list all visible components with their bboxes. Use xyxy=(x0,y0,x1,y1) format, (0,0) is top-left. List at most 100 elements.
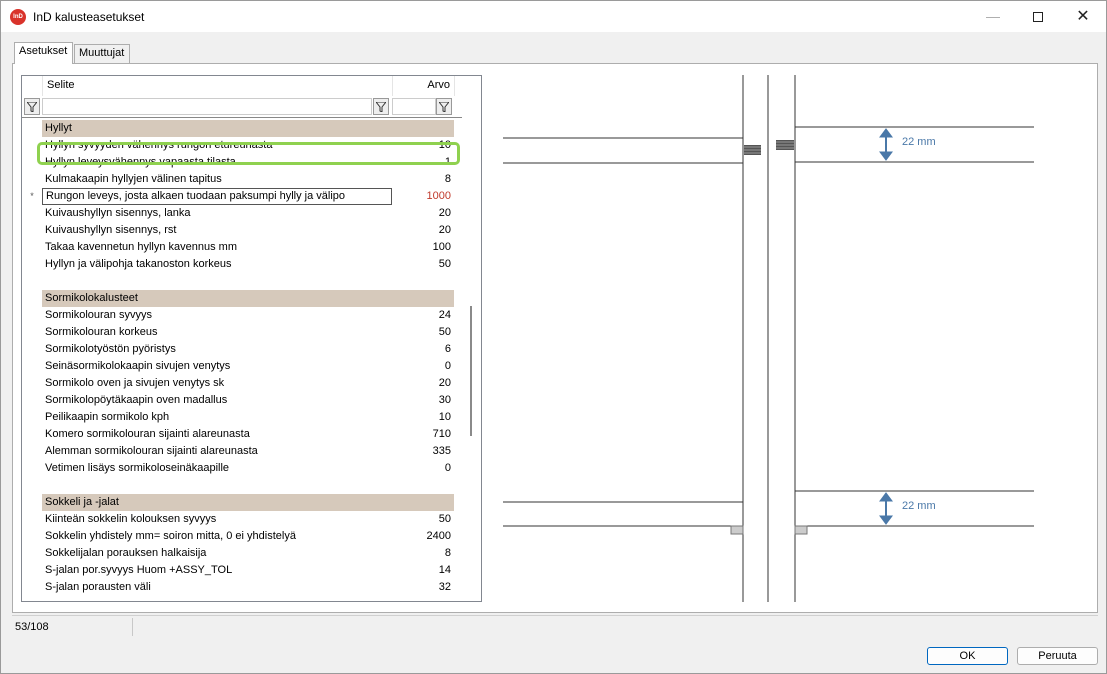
settings-grid[interactable]: Selite Arvo Hyllyt Hyllyn syvyyden vähen… xyxy=(21,75,482,602)
row-marker[interactable] xyxy=(22,528,42,545)
table-row[interactable]: * Rungon leveys, josta alkaen tuodaan pak… xyxy=(22,188,462,205)
setting-value[interactable]: 6 xyxy=(392,341,454,358)
row-marker[interactable] xyxy=(22,222,42,239)
column-header-selite[interactable]: Selite xyxy=(47,79,75,91)
table-row[interactable]: Sormikolotyöstön pyöristys 6 xyxy=(22,341,462,358)
setting-value[interactable]: 20 xyxy=(392,375,454,392)
row-marker[interactable] xyxy=(22,239,42,256)
setting-value[interactable]: 30 xyxy=(392,392,454,409)
setting-label xyxy=(42,273,392,290)
table-row[interactable]: Kulmakaapin hyllyjen välinen tapitus 8 xyxy=(22,171,462,188)
setting-value[interactable]: 10 xyxy=(392,137,454,154)
table-row[interactable]: Takaa kavennetun hyllyn kavennus mm 100 xyxy=(22,239,462,256)
row-marker[interactable]: * xyxy=(22,188,42,205)
group-header-row[interactable]: Sormikolokalusteet xyxy=(22,290,462,307)
table-row[interactable]: Sormikolouran syvyys 24 xyxy=(22,307,462,324)
title-bar[interactable]: InD InD kalusteasetukset — ✕ xyxy=(1,1,1106,32)
cancel-button[interactable]: Peruuta xyxy=(1017,647,1098,665)
setting-value[interactable]: 1 xyxy=(392,154,454,171)
table-row[interactable]: S-jalan por.syvyys Huom +ASSY_TOL 14 xyxy=(22,562,462,579)
setting-value[interactable]: 50 xyxy=(392,324,454,341)
row-marker[interactable] xyxy=(22,290,42,307)
setting-value[interactable]: 0 xyxy=(392,358,454,375)
row-marker[interactable] xyxy=(22,460,42,477)
table-row[interactable]: Kuivaushyllyn sisennys, lanka 20 xyxy=(22,205,462,222)
row-marker[interactable] xyxy=(22,205,42,222)
setting-value[interactable]: 100 xyxy=(392,239,454,256)
scrollbar-thumb[interactable] xyxy=(470,306,472,436)
selite-filter-button[interactable] xyxy=(373,98,389,115)
arvo-filter-button[interactable] xyxy=(436,98,452,115)
row-marker[interactable] xyxy=(22,358,42,375)
row-marker[interactable] xyxy=(22,443,42,460)
table-row[interactable]: S-jalan porausten väli 32 xyxy=(22,579,462,596)
setting-value[interactable]: 32 xyxy=(392,579,454,596)
column-divider[interactable] xyxy=(42,76,43,96)
selite-filter-input[interactable] xyxy=(42,98,372,115)
table-row[interactable]: Vetimen lisäys sormikoloseinäkaapille 0 xyxy=(22,460,462,477)
row-marker[interactable] xyxy=(22,426,42,443)
row-marker[interactable] xyxy=(22,579,42,596)
ok-button[interactable]: OK xyxy=(927,647,1008,665)
setting-value[interactable]: 335 xyxy=(392,443,454,460)
tab-muuttujat[interactable]: Muuttujat xyxy=(74,44,130,63)
minimize-button[interactable]: — xyxy=(970,1,1016,32)
row-marker[interactable] xyxy=(22,409,42,426)
maximize-button[interactable] xyxy=(1015,1,1061,32)
row-marker[interactable] xyxy=(22,545,42,562)
table-row[interactable]: Peilikaapin sormikolo kph 10 xyxy=(22,409,462,426)
table-row[interactable]: Alemman sormikolouran sijainti alareunas… xyxy=(22,443,462,460)
setting-value[interactable]: 0 xyxy=(392,460,454,477)
setting-value[interactable]: 710 xyxy=(392,426,454,443)
arvo-filter-input[interactable] xyxy=(392,98,436,115)
setting-value[interactable]: 50 xyxy=(392,256,454,273)
setting-value[interactable]: 50 xyxy=(392,511,454,528)
row-marker[interactable] xyxy=(22,494,42,511)
row-filter-button[interactable] xyxy=(24,98,40,115)
row-marker[interactable] xyxy=(22,256,42,273)
row-marker[interactable] xyxy=(22,273,42,290)
row-marker[interactable] xyxy=(22,392,42,409)
column-divider[interactable] xyxy=(392,76,393,96)
setting-value[interactable]: 2400 xyxy=(392,528,454,545)
setting-value[interactable]: 20 xyxy=(392,222,454,239)
table-row[interactable]: Sormikolo oven ja sivujen venytys sk 20 xyxy=(22,375,462,392)
table-row[interactable]: Sokkelin yhdistely mm= soiron mitta, 0 e… xyxy=(22,528,462,545)
cabinet-drawing xyxy=(503,75,1034,602)
table-row[interactable]: Komero sormikolouran sijainti alareunast… xyxy=(22,426,462,443)
table-row[interactable]: Kuivaushyllyn sisennys, rst 20 xyxy=(22,222,462,239)
group-header-row[interactable]: Hyllyt xyxy=(22,120,462,137)
row-marker[interactable] xyxy=(22,324,42,341)
table-row[interactable]: Hyllyn leveysvähennys vapaasta tilasta 1 xyxy=(22,154,462,171)
setting-value[interactable]: 10 xyxy=(392,409,454,426)
table-row[interactable]: Kiinteän sokkelin kolouksen syvyys 50 xyxy=(22,511,462,528)
table-row[interactable]: Hyllyn syvyyden vähennys rungon etureuna… xyxy=(22,137,462,154)
grid-vertical-scrollbar[interactable] xyxy=(463,76,481,601)
row-marker[interactable] xyxy=(22,120,42,137)
table-row[interactable]: Seinäsormikolokaapin sivujen venytys 0 xyxy=(22,358,462,375)
row-marker[interactable] xyxy=(22,171,42,188)
row-marker[interactable] xyxy=(22,341,42,358)
row-marker[interactable] xyxy=(22,307,42,324)
row-marker[interactable] xyxy=(22,154,42,171)
setting-value[interactable]: 24 xyxy=(392,307,454,324)
row-marker[interactable] xyxy=(22,511,42,528)
row-marker[interactable] xyxy=(22,562,42,579)
tab-asetukset[interactable]: Asetukset xyxy=(14,42,73,64)
table-row[interactable]: Sormikolopöytäkaapin oven madallus 30 xyxy=(22,392,462,409)
setting-value[interactable]: 20 xyxy=(392,205,454,222)
setting-value[interactable]: 8 xyxy=(392,171,454,188)
table-row[interactable]: Sormikolouran korkeus 50 xyxy=(22,324,462,341)
column-header-arvo[interactable]: Arvo xyxy=(392,79,450,91)
close-button[interactable]: ✕ xyxy=(1060,1,1106,32)
row-marker[interactable] xyxy=(22,477,42,494)
table-row[interactable]: Sokkelijalan porauksen halkaisija 8 xyxy=(22,545,462,562)
column-divider[interactable] xyxy=(454,76,455,96)
setting-value[interactable]: 8 xyxy=(392,545,454,562)
setting-value[interactable]: 14 xyxy=(392,562,454,579)
row-marker[interactable] xyxy=(22,375,42,392)
row-marker[interactable] xyxy=(22,137,42,154)
setting-value-editor[interactable]: 1000 xyxy=(392,188,454,205)
table-row[interactable]: Hyllyn ja välipohja takanoston korkeus 50 xyxy=(22,256,462,273)
group-header-row[interactable]: Sokkeli ja -jalat xyxy=(22,494,462,511)
